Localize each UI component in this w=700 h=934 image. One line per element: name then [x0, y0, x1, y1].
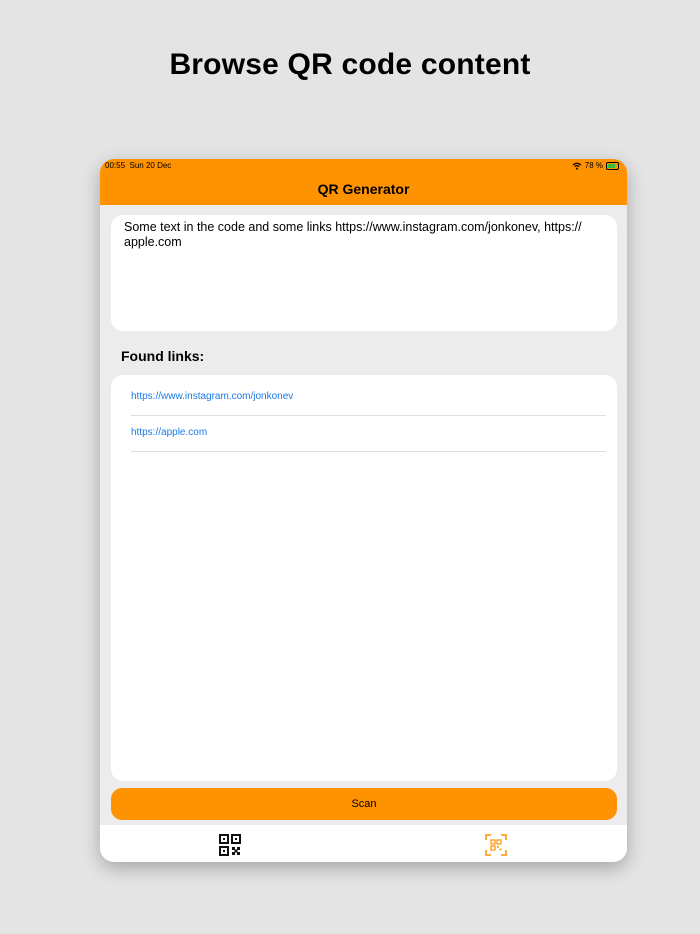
tab-generator[interactable] — [219, 834, 241, 856]
nav-title: QR Generator — [317, 181, 410, 197]
code-text-line-2: apple.com — [124, 235, 182, 249]
code-text-line-1: Some text in the code and some links htt… — [124, 220, 582, 234]
found-links-list: https://www.instagram.com/jonkonev https… — [111, 375, 617, 781]
status-bar-right: 78 % — [572, 161, 619, 170]
battery-icon — [606, 161, 619, 170]
qr-code-icon — [219, 834, 241, 856]
device-screen: 00:55 Sun 20 Dec 78 % QR Generator Some … — [100, 159, 627, 862]
scan-button[interactable]: Scan — [111, 788, 617, 820]
link-row[interactable]: https://www.instagram.com/jonkonev — [131, 379, 606, 416]
link-row[interactable]: https://apple.com — [131, 415, 606, 452]
link-label[interactable]: https://www.instagram.com/jonkonev — [131, 391, 293, 402]
code-content-text: Some text in the code and some links htt… — [124, 220, 594, 250]
qr-scan-icon — [485, 834, 507, 856]
battery-percentage: 78 % — [584, 161, 603, 170]
code-content-textview[interactable]: Some text in the code and some links htt… — [111, 215, 617, 331]
tab-bar — [100, 825, 627, 862]
tab-scanner[interactable] — [485, 834, 507, 856]
link-label[interactable]: https://apple.com — [131, 427, 207, 438]
navigation-bar: 00:55 Sun 20 Dec 78 % QR Generator — [100, 159, 627, 205]
found-links-title: Found links: — [121, 348, 205, 364]
status-bar-time: 00:55 Sun 20 Dec — [105, 161, 171, 170]
status-date: Sun 20 Dec — [129, 161, 172, 170]
page-headline: Browse QR code content — [169, 48, 531, 81]
wifi-icon — [572, 162, 582, 170]
status-time: 00:55 — [105, 161, 126, 170]
